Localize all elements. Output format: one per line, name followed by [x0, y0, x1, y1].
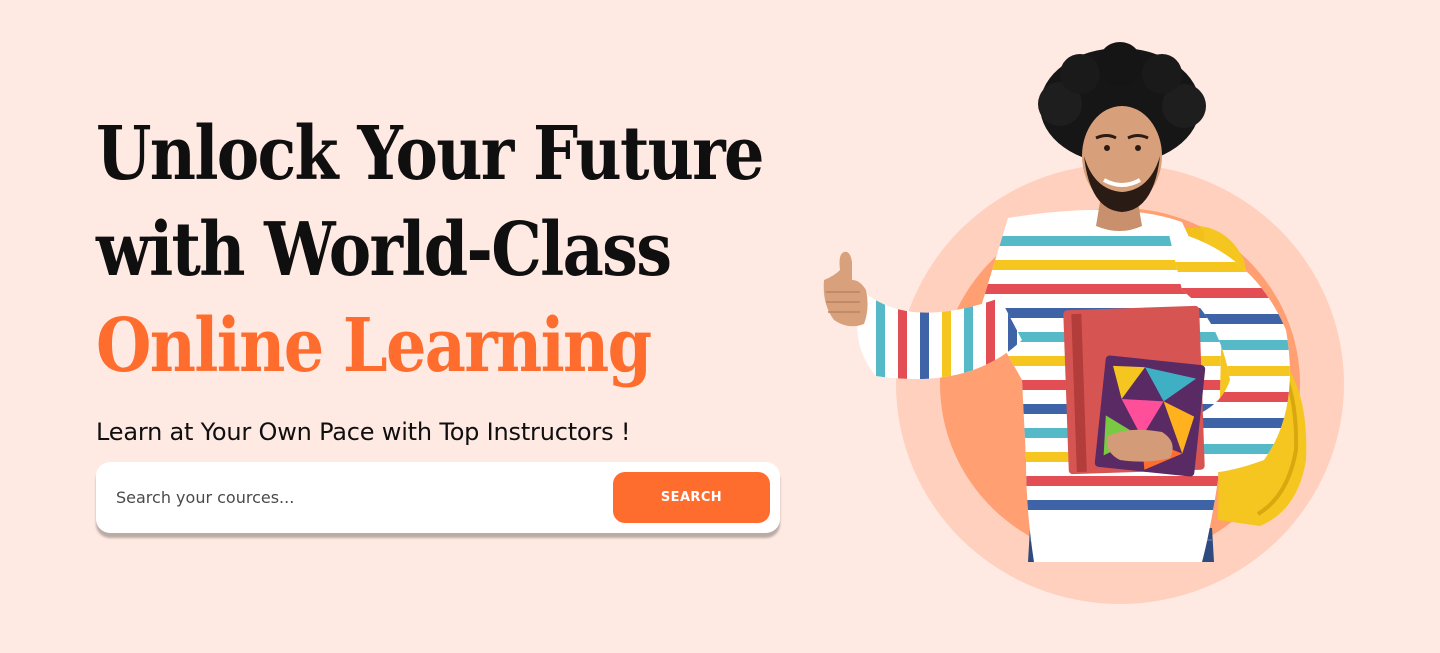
hero-section: Unlock Your Future with World-Class Onli… [0, 0, 1440, 653]
course-search-bar: SEARCH [96, 462, 780, 533]
student-head [1038, 42, 1206, 212]
headline-line-2: with World-Class [96, 207, 672, 293]
student-photo [823, 42, 1307, 562]
hero-illustration [790, 40, 1390, 640]
hand-holding-books [1107, 429, 1173, 462]
headline-line-3: Online Learning [96, 303, 652, 389]
hero-subtitle: Learn at Your Own Pace with Top Instruct… [96, 418, 631, 446]
search-input[interactable] [96, 462, 596, 533]
thumbs-up-hand [823, 251, 868, 327]
hero-headline: Unlock Your Future with World-Class Onli… [96, 106, 764, 394]
search-button[interactable]: SEARCH [613, 472, 770, 523]
headline-line-1: Unlock Your Future [96, 111, 764, 197]
